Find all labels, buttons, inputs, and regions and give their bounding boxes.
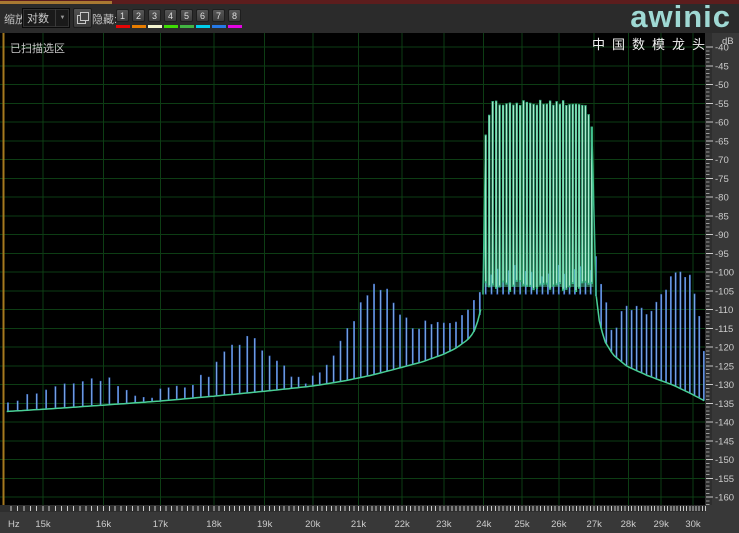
svg-text:Hz: Hz — [8, 519, 20, 530]
svg-text:-50: -50 — [715, 80, 729, 91]
svg-text:25k: 25k — [514, 519, 530, 530]
svg-text:-55: -55 — [715, 99, 729, 110]
series-green-comb-block — [483, 100, 596, 296]
spectrum-canvas[interactable]: Hz 15k 16k 17k 18k 19k 20k 21k 22k 23k 24k 25k 26k 27… — [0, 0, 739, 533]
svg-text:30k: 30k — [685, 519, 701, 530]
svg-text:-145: -145 — [715, 436, 734, 447]
svg-text:-100: -100 — [715, 268, 734, 279]
svg-text:18k: 18k — [206, 519, 222, 530]
svg-text:-90: -90 — [715, 230, 729, 241]
svg-text:-130: -130 — [715, 380, 734, 391]
svg-text:20k: 20k — [305, 519, 321, 530]
svg-text:-60: -60 — [715, 118, 729, 129]
svg-text:27k: 27k — [587, 519, 603, 530]
svg-text:dB: dB — [722, 36, 734, 47]
svg-text:-150: -150 — [715, 455, 734, 466]
svg-text:-70: -70 — [715, 155, 729, 166]
svg-text:28k: 28k — [621, 519, 637, 530]
svg-text:24k: 24k — [476, 519, 492, 530]
svg-text:16k: 16k — [96, 519, 112, 530]
svg-text:-120: -120 — [715, 343, 734, 354]
svg-text:-65: -65 — [715, 136, 729, 147]
svg-text:-135: -135 — [715, 399, 734, 410]
svg-text:21k: 21k — [351, 519, 367, 530]
svg-text:26k: 26k — [551, 519, 567, 530]
svg-text:-95: -95 — [715, 249, 729, 260]
svg-text:19k: 19k — [257, 519, 273, 530]
svg-text:17k: 17k — [153, 519, 169, 530]
svg-text:-110: -110 — [715, 305, 733, 316]
svg-text:-115: -115 — [715, 324, 733, 335]
svg-text:-80: -80 — [715, 193, 729, 204]
svg-text:-75: -75 — [715, 174, 729, 185]
svg-text:15k: 15k — [35, 519, 51, 530]
svg-text:-125: -125 — [715, 361, 734, 372]
selection-status-label: 已扫描选区 — [10, 40, 65, 56]
comb-haze — [485, 216, 594, 287]
svg-text:-45: -45 — [715, 61, 729, 72]
svg-text:-155: -155 — [715, 474, 734, 485]
svg-text:-140: -140 — [715, 418, 734, 429]
frequency-analysis-window: 缩放: 对数 ▼ 隐藏: 1 2 3 4 5 — [0, 0, 739, 533]
svg-text:29k: 29k — [654, 519, 670, 530]
svg-text:-160: -160 — [715, 493, 734, 504]
svg-text:22k: 22k — [394, 519, 410, 530]
svg-text:23k: 23k — [436, 519, 452, 530]
svg-text:-85: -85 — [715, 211, 729, 222]
svg-text:-105: -105 — [715, 286, 734, 297]
